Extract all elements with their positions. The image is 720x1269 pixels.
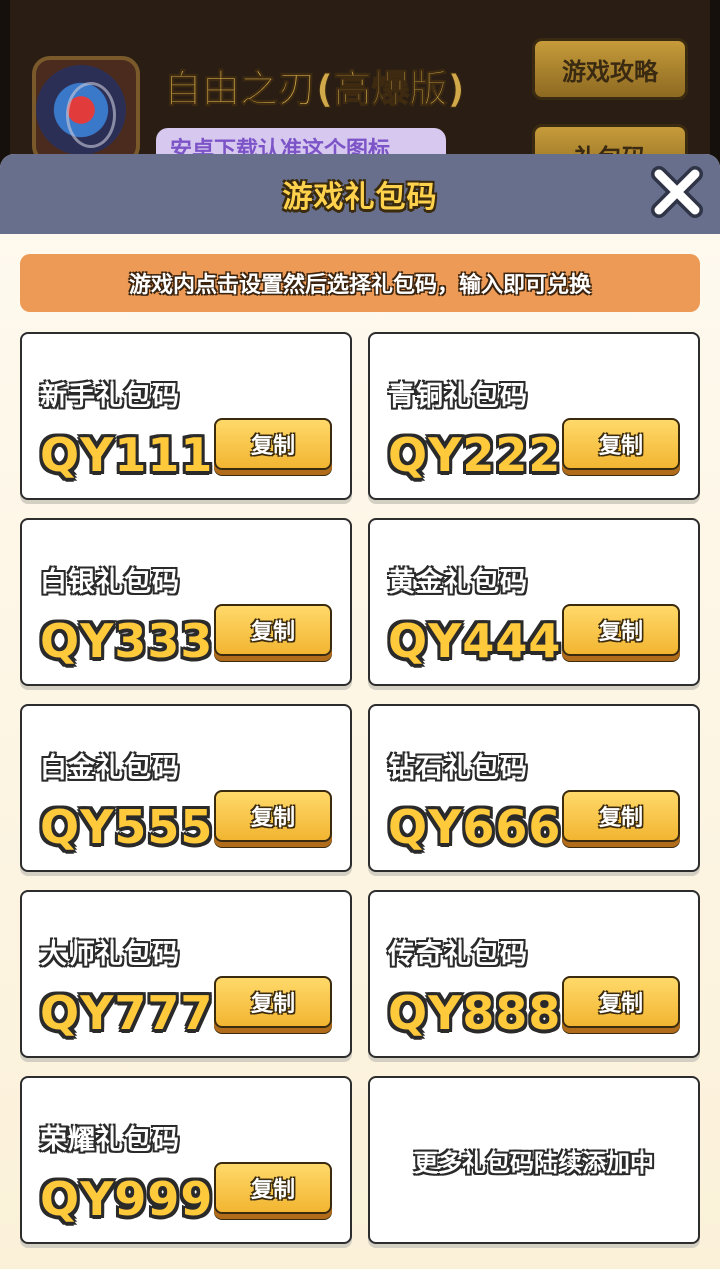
giftcode-value: QY888 bbox=[388, 986, 562, 1040]
copy-button[interactable]: 复制 bbox=[214, 976, 332, 1028]
copy-button[interactable]: 复制 bbox=[214, 604, 332, 656]
more-giftcodes-card: 更多礼包码陆续添加中 bbox=[368, 1076, 700, 1244]
copy-button[interactable]: 复制 bbox=[562, 418, 680, 470]
giftcode-value: QY999 bbox=[40, 1172, 214, 1226]
giftcode-card: 黄金礼包码 QY444 复制 bbox=[368, 518, 700, 686]
giftcode-value: QY555 bbox=[40, 800, 214, 854]
giftcode-label: 大师礼包码 bbox=[40, 939, 180, 970]
copy-button[interactable]: 复制 bbox=[214, 790, 332, 842]
close-x-icon bbox=[651, 166, 703, 218]
redeem-instructions-banner: 游戏内点击设置然后选择礼包码，输入即可兑换 bbox=[20, 254, 700, 312]
giftcode-label: 白金礼包码 bbox=[40, 753, 180, 784]
background-strip-right bbox=[710, 0, 720, 170]
giftcode-value: QY333 bbox=[40, 614, 214, 668]
background-strip-left bbox=[0, 0, 10, 170]
dialog-header: 游戏礼包码 bbox=[0, 154, 720, 234]
copy-button[interactable]: 复制 bbox=[562, 976, 680, 1028]
giftcode-card: 新手礼包码 QY111 复制 bbox=[20, 332, 352, 500]
strategy-button[interactable]: 游戏攻略 bbox=[532, 38, 688, 100]
more-giftcodes-text: 更多礼包码陆续添加中 bbox=[414, 1148, 654, 1177]
copy-button[interactable]: 复制 bbox=[562, 604, 680, 656]
giftcode-label: 钻石礼包码 bbox=[388, 753, 528, 784]
copy-button[interactable]: 复制 bbox=[214, 418, 332, 470]
giftcode-label: 传奇礼包码 bbox=[388, 939, 528, 970]
dialog-title: 游戏礼包码 bbox=[282, 180, 438, 215]
giftcode-card: 荣耀礼包码 QY999 复制 bbox=[20, 1076, 352, 1244]
giftcode-card: 白金礼包码 QY555 复制 bbox=[20, 704, 352, 872]
giftcode-value: QY777 bbox=[40, 986, 214, 1040]
giftcode-label: 白银礼包码 bbox=[40, 567, 180, 598]
giftcode-grid: 新手礼包码 QY111 复制 青铜礼包码 QY222 复制 白银礼包码 QY33… bbox=[20, 332, 700, 1244]
giftcode-dialog: 游戏礼包码 游戏内点击设置然后选择礼包码，输入即可兑换 新手礼包码 QY111 … bbox=[0, 154, 720, 1269]
giftcode-value: QY444 bbox=[388, 614, 562, 668]
giftcode-card: 青铜礼包码 QY222 复制 bbox=[368, 332, 700, 500]
giftcode-card: 白银礼包码 QY333 复制 bbox=[20, 518, 352, 686]
game-app-icon bbox=[32, 56, 140, 164]
copy-button[interactable]: 复制 bbox=[562, 790, 680, 842]
giftcode-label: 青铜礼包码 bbox=[388, 381, 528, 412]
giftcode-card: 大师礼包码 QY777 复制 bbox=[20, 890, 352, 1058]
copy-button[interactable]: 复制 bbox=[214, 1162, 332, 1214]
giftcode-value: QY666 bbox=[388, 800, 562, 854]
giftcode-value: QY222 bbox=[388, 428, 562, 482]
giftcode-card: 钻石礼包码 QY666 复制 bbox=[368, 704, 700, 872]
game-title: 自由之刃(高爆版) bbox=[164, 67, 466, 112]
giftcode-label: 荣耀礼包码 bbox=[40, 1125, 180, 1156]
giftcode-label: 新手礼包码 bbox=[40, 381, 180, 412]
giftcode-value: QY111 bbox=[40, 428, 214, 482]
close-button[interactable] bbox=[648, 162, 706, 222]
giftcode-label: 黄金礼包码 bbox=[388, 567, 528, 598]
giftcode-card: 传奇礼包码 QY888 复制 bbox=[368, 890, 700, 1058]
